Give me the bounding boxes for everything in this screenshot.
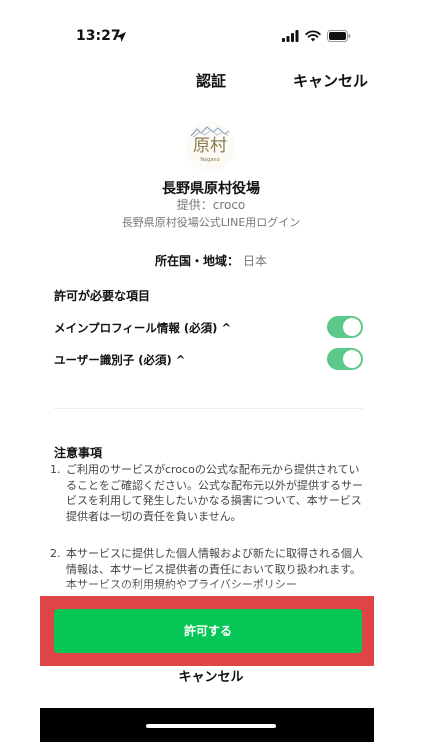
app-description: 長野県原村役場公式LINE用ログイン xyxy=(121,216,301,229)
note-item: 1. ご利用のサービスがcrocoの公式な配布元から提供されていることをご確認く… xyxy=(50,462,366,524)
status-icons xyxy=(282,29,351,43)
allow-button[interactable]: 許可する xyxy=(54,609,362,653)
signal-icon xyxy=(282,30,299,42)
region-label: 所在国・地域： xyxy=(154,254,239,268)
app-name: 長野県原村役場 xyxy=(162,181,260,197)
wifi-icon xyxy=(305,30,321,42)
region-row: 所在国・地域： 日本 xyxy=(0,252,422,269)
header-cancel-button[interactable]: キャンセル xyxy=(293,70,368,91)
status-bar: 13:27 xyxy=(0,0,422,62)
note-number: 1. xyxy=(50,463,61,476)
permission-label[interactable]: メインプロフィール情報 (必須) ^ xyxy=(54,320,231,336)
permissions-title: 許可が必要な項目 xyxy=(54,289,151,303)
permission-label[interactable]: ユーザー識別子 (必須) ^ xyxy=(54,352,185,368)
permission-item-profile: メインプロフィール情報 (必須) ^ xyxy=(54,316,363,338)
location-arrow-icon xyxy=(116,32,126,42)
logo-subtext: Nagano xyxy=(200,157,220,163)
notes-title: 注意事項 xyxy=(54,446,103,460)
app-logo: 原村 Nagano xyxy=(185,122,235,172)
region-value: 日本 xyxy=(243,254,268,268)
status-time: 13:27 xyxy=(76,28,121,44)
permission-item-identifier: ユーザー識別子 (必須) ^ xyxy=(54,348,363,370)
toggle-knob xyxy=(343,318,361,336)
app-provider: 提供：croco xyxy=(176,198,246,212)
logo-text: 原村 xyxy=(193,136,227,156)
section-divider xyxy=(54,408,363,409)
home-indicator[interactable] xyxy=(146,724,276,728)
permission-toggle-profile[interactable] xyxy=(327,316,363,338)
cancel-button[interactable]: キャンセル xyxy=(0,666,422,685)
toggle-knob xyxy=(343,350,361,368)
battery-icon xyxy=(327,30,351,42)
permission-toggle-identifier[interactable] xyxy=(327,348,363,370)
note-text: ご利用のサービスがcrocoの公式な配布元から提供されていることをご確認ください… xyxy=(66,463,363,523)
